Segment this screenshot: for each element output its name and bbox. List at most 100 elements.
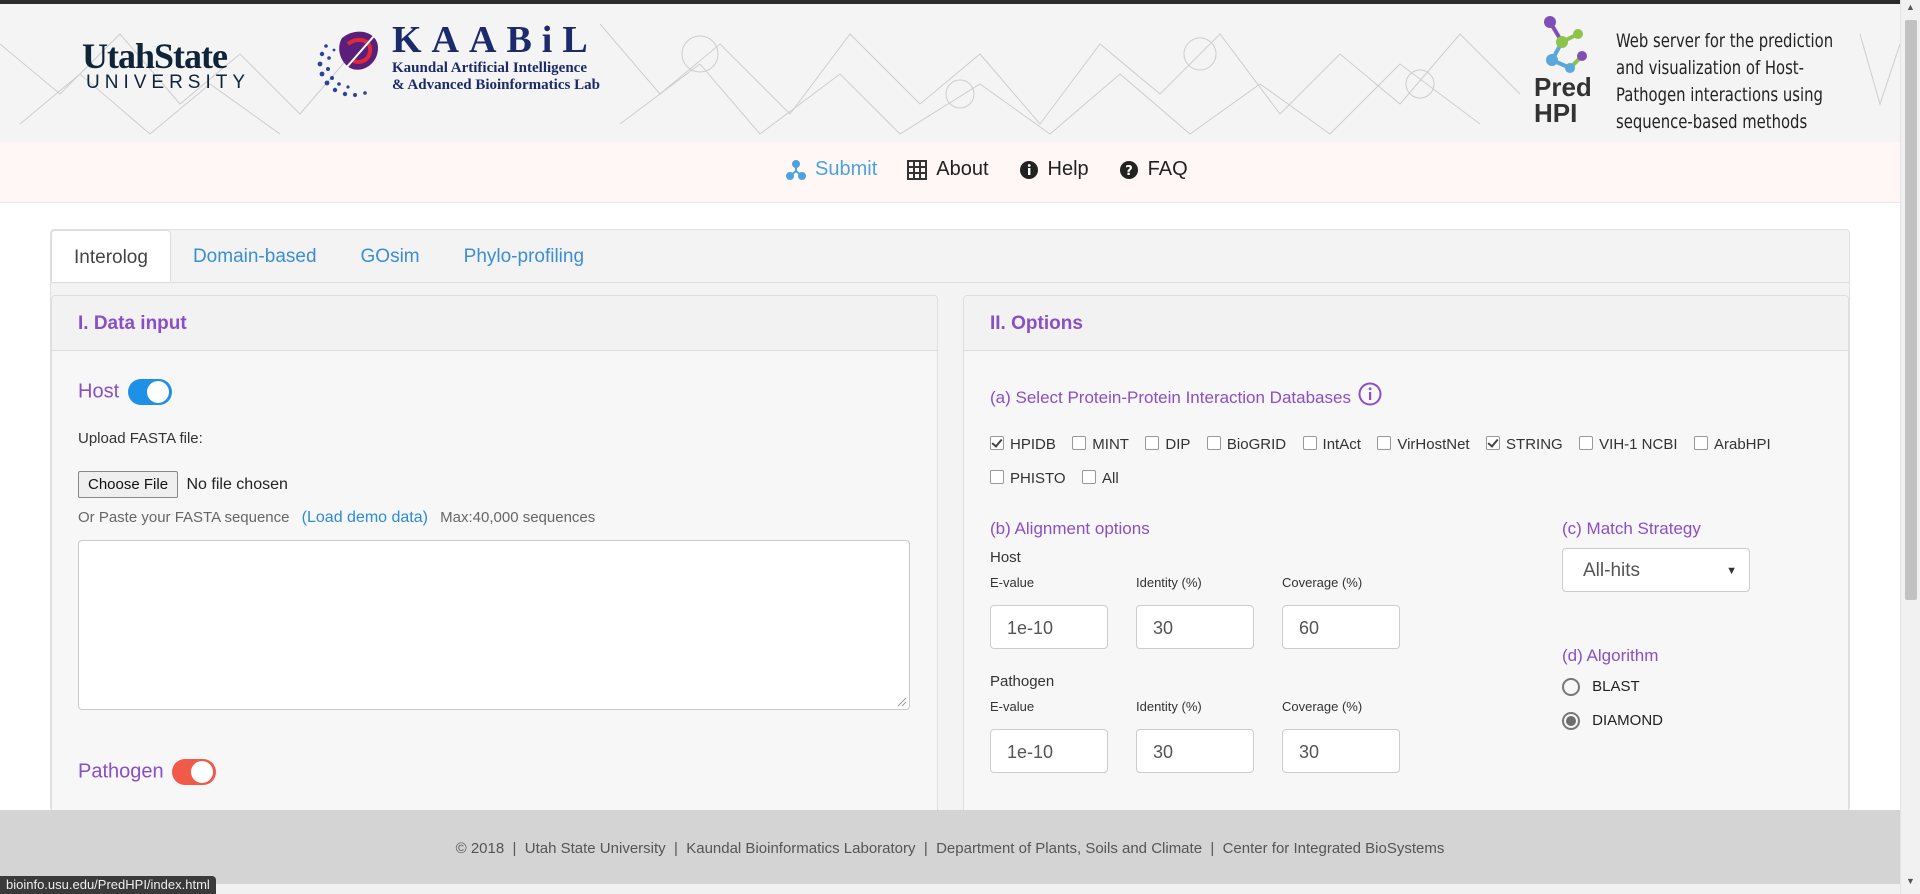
vertical-scrollbar[interactable]: ▲ ▼ (1900, 0, 1920, 894)
chevron-down-icon: ▼ (1726, 565, 1737, 577)
pathogen-row: Pathogen (78, 759, 217, 785)
predhpi-logo-line1: Pred (1534, 72, 1592, 102)
paste-label: Or Paste your FASTA sequence (78, 509, 290, 526)
choose-file-button[interactable]: Choose File (78, 471, 179, 498)
info-icon (1019, 160, 1039, 180)
kaabil-emblem-icon (317, 31, 378, 97)
tab-gosim[interactable]: GOsim (339, 230, 442, 282)
host-evalue-label: E-value (990, 575, 1035, 590)
grid-icon (907, 159, 928, 180)
db-dip[interactable]: DIP (1145, 428, 1190, 462)
data-input-panel: I. Data input Host Upload FASTA file: Ch… (51, 295, 938, 817)
ppi-heading-row: (a) Select Protein-Protein Interaction D… (990, 382, 1382, 408)
nav-faq-label: FAQ (1147, 158, 1188, 180)
horizontal-scrollbar[interactable] (0, 884, 1900, 894)
db-vih1-ncbi[interactable]: VIH-1 NCBI (1579, 428, 1678, 462)
tab-interolog[interactable]: Interolog (51, 230, 171, 282)
host-coverage-input[interactable]: 60 (1282, 605, 1400, 649)
network-icon (786, 159, 806, 180)
host-identity-input[interactable]: 30 (1136, 605, 1254, 649)
nav-help-label: Help (1047, 158, 1089, 180)
kaabil-subtitle-1: Kaundal Artificial Intelligence (392, 60, 587, 76)
db-string[interactable]: STRING (1486, 428, 1563, 462)
pathogen-label: Pathogen (78, 760, 164, 783)
alignment-pathogen-label: Pathogen (990, 673, 1055, 690)
scroll-up-icon[interactable]: ▲ (1906, 2, 1915, 12)
file-status: No file chosen (186, 476, 288, 493)
usu-logo[interactable]: UtahState UNIVERSITY (82, 38, 250, 92)
db-arabhpi[interactable]: ArabHPI (1693, 428, 1771, 462)
pathogen-identity-input[interactable]: 30 (1136, 729, 1254, 773)
db-mint[interactable]: MINT (1072, 428, 1129, 462)
header-banner: UtahState UNIVERSITY KAABiL Kaundal Arti… (0, 4, 1900, 142)
predhpi-logo-line2: HPI (1534, 98, 1578, 128)
pathogen-identity-label: Identity (%) (1136, 699, 1202, 714)
checkbox-all[interactable] (1082, 470, 1097, 485)
diamond-label: DIAMOND (1592, 712, 1664, 729)
predhpi-logo-text: Pred HPI (1534, 74, 1592, 126)
pathogen-evalue-label: E-value (990, 699, 1035, 714)
load-demo-link[interactable]: (Load demo data) (302, 509, 428, 526)
file-row: Choose File No file chosen (78, 471, 288, 498)
pathogen-toggle[interactable] (172, 759, 217, 785)
db-virhostnet[interactable]: VirHostNet (1377, 428, 1470, 462)
database-checkboxes: HPIDB MINT DIP BioGRID IntAct VirHostNet… (990, 428, 1830, 496)
host-coverage-label: Coverage (%) (1282, 575, 1363, 590)
algorithm-blast-option[interactable]: BLAST (1562, 678, 1640, 697)
pathogen-coverage-input[interactable]: 30 (1282, 729, 1400, 773)
nav-help[interactable]: Help (1019, 158, 1089, 181)
checkbox-vih1-ncbi[interactable] (1579, 436, 1594, 451)
nav-submit-label: Submit (815, 158, 878, 180)
host-row: Host (78, 379, 172, 405)
question-icon: ? (1119, 160, 1139, 180)
checkbox-hpidb[interactable] (990, 436, 1004, 451)
pathogen-evalue-input[interactable]: 1e-10 (990, 729, 1108, 773)
db-hpidb[interactable]: HPIDB (990, 428, 1056, 462)
page-footer: © 2018 | Utah State University | Kaundal… (0, 810, 1900, 884)
resize-handle-icon[interactable] (897, 697, 907, 707)
checkbox-arabhpi[interactable] (1693, 436, 1708, 451)
db-phisto[interactable]: PHISTO (990, 462, 1066, 496)
checkbox-biogrid[interactable] (1206, 436, 1221, 451)
tab-domain-based[interactable]: Domain-based (171, 230, 339, 282)
db-biogrid[interactable]: BioGRID (1206, 428, 1286, 462)
checkbox-virhostnet[interactable] (1377, 436, 1392, 451)
checkbox-mint[interactable] (1072, 436, 1087, 451)
db-all[interactable]: All (1082, 462, 1119, 496)
alignment-host-label: Host (990, 549, 1021, 566)
host-evalue-input[interactable]: 1e-10 (990, 605, 1108, 649)
scrollbar-thumb[interactable] (1905, 20, 1917, 600)
nav-about[interactable]: About (907, 158, 989, 181)
radio-diamond[interactable] (1562, 712, 1580, 731)
host-fasta-textarea[interactable] (78, 540, 910, 710)
pathogen-coverage-label: Coverage (%) (1282, 699, 1363, 714)
options-panel: II. Options (a) Select Protein-Protein I… (963, 295, 1849, 817)
db-intact[interactable]: IntAct (1302, 428, 1361, 462)
options-heading: II. Options (964, 296, 1848, 351)
checkbox-phisto[interactable] (990, 470, 1004, 485)
match-strategy-select[interactable]: All-hits ▼ (1562, 548, 1750, 592)
kaabil-title[interactable]: KAABiL Kaundal Artificial Intelligence &… (392, 20, 600, 94)
nav-faq[interactable]: ? FAQ (1119, 158, 1188, 181)
scroll-down-icon[interactable]: ▼ (1906, 876, 1915, 886)
nav-submit[interactable]: Submit (786, 158, 877, 181)
site-tagline: Web server for the prediction and visual… (1616, 30, 1834, 133)
data-input-heading: I. Data input (52, 296, 937, 351)
host-toggle[interactable] (127, 379, 172, 405)
checkbox-intact[interactable] (1302, 436, 1317, 451)
tab-phylo-profiling[interactable]: Phylo-profiling (442, 230, 606, 282)
checkbox-dip[interactable] (1145, 436, 1160, 451)
host-identity-label: Identity (%) (1136, 575, 1202, 590)
svg-text:?: ? (1125, 164, 1133, 179)
host-label: Host (78, 380, 120, 403)
radio-blast[interactable] (1562, 678, 1580, 697)
method-tabs: Interolog Domain-based GOsim Phylo-profi… (51, 230, 1849, 283)
info-circle-icon[interactable] (1358, 382, 1382, 406)
blast-label: BLAST (1592, 678, 1640, 695)
match-strategy-value: All-hits (1583, 560, 1641, 581)
main-container: Interolog Domain-based GOsim Phylo-profi… (50, 229, 1850, 817)
upload-label: Upload FASTA file: (78, 430, 203, 447)
checkbox-string[interactable] (1486, 436, 1501, 451)
match-strategy-heading: (c) Match Strategy (1562, 519, 1701, 538)
algorithm-diamond-option[interactable]: DIAMOND (1562, 712, 1664, 731)
